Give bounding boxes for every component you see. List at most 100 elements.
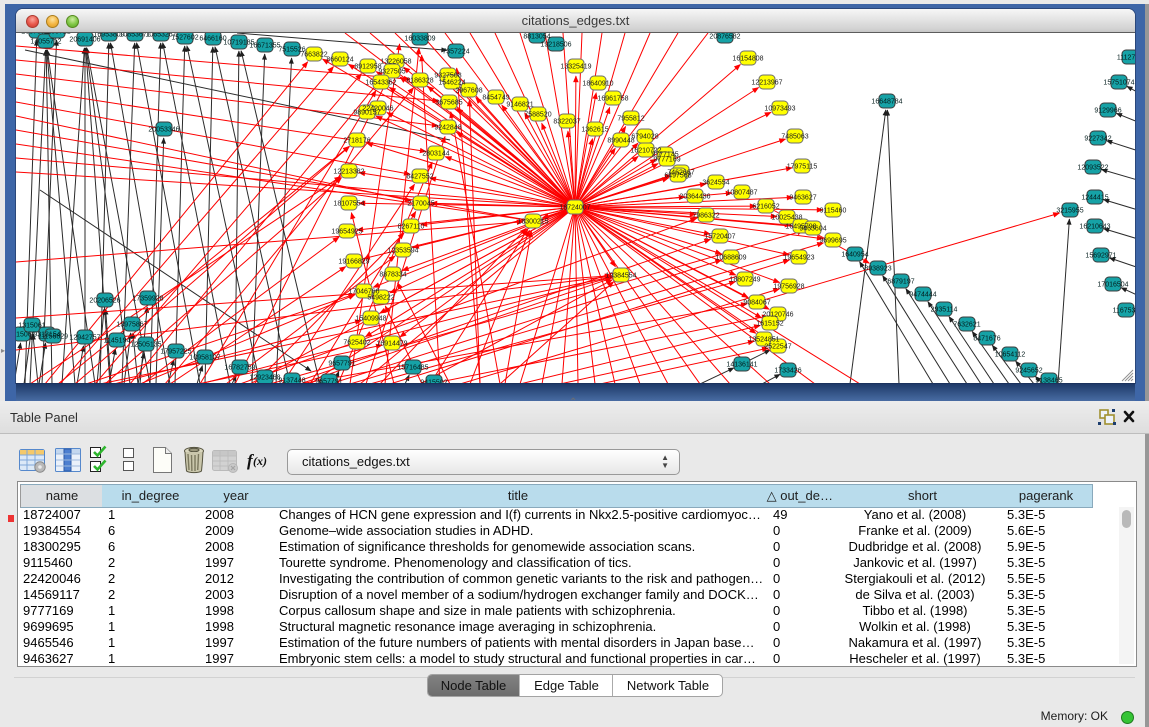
svg-text:18107554: 18107554 [333, 201, 364, 208]
svg-text:2170045: 2170045 [407, 201, 434, 208]
svg-text:16033809: 16033809 [404, 36, 435, 43]
svg-text:5498222: 5498222 [367, 295, 394, 302]
svg-text:3215955: 3215955 [1056, 208, 1083, 215]
svg-text:15692971: 15692971 [1085, 253, 1116, 260]
svg-text:9129966: 9129966 [1094, 108, 1121, 115]
svg-text:6794028: 6794028 [631, 134, 658, 141]
svg-text:2718176: 2718176 [343, 138, 370, 145]
svg-text:9474444: 9474444 [909, 292, 936, 299]
svg-text:12923468: 12923468 [249, 375, 280, 382]
svg-text:9657791: 9657791 [328, 361, 355, 368]
svg-text:7955812: 7955812 [617, 116, 644, 123]
svg-text:19654923: 19654923 [783, 255, 814, 262]
svg-text:9242848: 9242848 [434, 125, 461, 132]
svg-text:16961758: 16961758 [597, 96, 628, 103]
svg-text:8938923: 8938923 [864, 266, 891, 273]
svg-text:19166829: 19166829 [338, 259, 369, 266]
svg-text:18300215: 18300215 [517, 219, 548, 226]
svg-text:10958107: 10958107 [189, 355, 220, 362]
svg-text:10688609: 10688609 [715, 255, 746, 262]
svg-text:8471676: 8471676 [973, 336, 1000, 343]
svg-text:16648784: 16648784 [871, 99, 902, 106]
svg-text:20206526: 20206526 [89, 298, 120, 305]
svg-text:17957225: 17957225 [160, 349, 191, 356]
svg-text:19384554: 19384554 [605, 273, 636, 280]
svg-text:13325419: 13325419 [560, 64, 591, 71]
svg-text:1546224: 1546224 [438, 80, 465, 87]
svg-text:9137448: 9137448 [278, 378, 305, 384]
svg-text:9327505: 9327505 [378, 69, 405, 76]
svg-text:7625402: 7625402 [343, 340, 370, 347]
svg-text:7357224: 7357224 [442, 49, 469, 56]
svg-text:1244415: 1244415 [1081, 195, 1108, 202]
svg-text:10807487: 10807487 [726, 190, 757, 197]
svg-text:20053346: 20053346 [148, 127, 179, 134]
svg-text:17016504: 17016504 [1097, 282, 1128, 289]
svg-text:20120746: 20120746 [762, 312, 793, 319]
svg-text:6879197: 6879197 [887, 279, 914, 286]
svg-text:10654112: 10654112 [995, 352, 1026, 359]
svg-text:1527602: 1527602 [171, 35, 198, 42]
svg-text:10973493: 10973493 [764, 106, 795, 113]
svg-text:16671355: 16671355 [249, 43, 280, 50]
svg-text:6497568: 6497568 [664, 173, 691, 180]
svg-text:19654925: 19654925 [331, 229, 362, 236]
svg-text:1615152: 1615152 [756, 321, 783, 328]
svg-text:18640910: 18640910 [582, 81, 613, 88]
svg-text:8454749: 8454749 [482, 95, 509, 102]
svg-text:3675685: 3675685 [435, 100, 462, 107]
svg-text:15751074: 15751074 [1103, 80, 1134, 87]
svg-text:2967608: 2967608 [455, 88, 482, 95]
svg-text:9777169: 9777169 [653, 157, 680, 164]
svg-text:1112733: 1112733 [1117, 55, 1135, 62]
svg-text:8660124: 8660124 [326, 57, 353, 64]
svg-text:19975867: 19975867 [116, 322, 147, 329]
svg-text:8427552: 8427552 [406, 174, 433, 181]
svg-text:12353594: 12353594 [387, 248, 418, 255]
svg-text:8186328: 8186328 [406, 78, 433, 85]
svg-text:19756928: 19756928 [773, 284, 804, 291]
svg-text:(x): (x) [253, 454, 267, 468]
svg-text:14136141: 14136141 [726, 362, 757, 369]
svg-text:9327508: 9327508 [434, 73, 461, 80]
svg-text:7663822: 7663822 [300, 52, 327, 59]
svg-text:9115460: 9115460 [820, 208, 847, 215]
svg-text:9890157: 9890157 [353, 110, 380, 117]
svg-text:8878334: 8878334 [379, 272, 406, 279]
svg-text:16914479: 16914479 [376, 341, 407, 348]
svg-text:1640954: 1640954 [841, 252, 868, 259]
svg-text:6216052: 6216052 [752, 204, 779, 211]
svg-text:9415502: 9415502 [420, 380, 447, 384]
svg-text:18807249: 18807249 [729, 277, 760, 284]
svg-text:15720407: 15720407 [704, 234, 735, 241]
svg-text:11156829: 11156829 [38, 334, 68, 341]
svg-text:16543362: 16543362 [365, 80, 396, 87]
svg-text:16210643: 16210643 [1079, 224, 1110, 231]
svg-text:10025438: 10025438 [771, 215, 802, 222]
svg-text:9227342: 9227342 [1084, 136, 1111, 143]
svg-text:15409948: 15409948 [355, 316, 386, 323]
svg-text:20876582: 20876582 [709, 34, 740, 41]
svg-text:14055712: 14055712 [30, 39, 61, 46]
svg-text:12213967: 12213967 [751, 80, 782, 87]
svg-text:9463627: 9463627 [789, 195, 816, 202]
svg-text:8267110: 8267110 [398, 224, 425, 231]
svg-text:1362615: 1362615 [581, 127, 608, 134]
svg-text:9084067: 9084067 [743, 300, 770, 307]
svg-text:8322037: 8322037 [553, 119, 580, 126]
svg-text:2935114: 2935114 [931, 307, 958, 314]
svg-text:15716485: 15716485 [397, 365, 428, 372]
svg-text:9245652: 9245652 [1015, 368, 1042, 375]
svg-text:16154808: 16154808 [732, 56, 763, 63]
svg-text:2803144: 2803144 [422, 151, 449, 158]
svg-text:7986322: 7986322 [692, 213, 719, 220]
svg-text:19218506: 19218506 [540, 42, 571, 49]
svg-text:18724007: 18724007 [559, 205, 590, 212]
svg-text:9699695: 9699695 [819, 238, 846, 245]
svg-text:7632621: 7632621 [953, 322, 980, 329]
svg-text:17359928: 17359928 [132, 296, 163, 303]
svg-text:7588520: 7588520 [524, 112, 551, 119]
svg-text:9657791: 9657791 [315, 379, 342, 384]
svg-text:1733426: 1733426 [774, 368, 801, 375]
svg-text:1167533: 1167533 [1113, 308, 1135, 315]
